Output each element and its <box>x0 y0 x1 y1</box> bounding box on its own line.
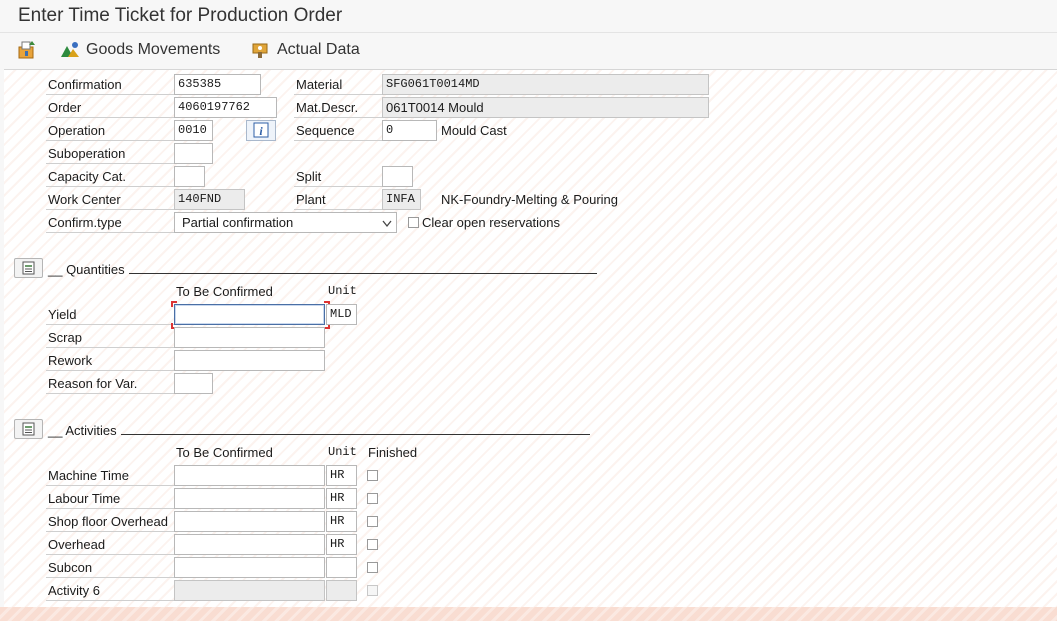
confirmation-label: Confirmation <box>46 74 174 95</box>
section-toggle-icon <box>22 261 35 275</box>
activity-quantity-input[interactable] <box>174 557 325 578</box>
confirm-type-value: Partial confirmation <box>182 215 294 230</box>
capacity-category-field[interactable] <box>174 166 205 187</box>
capacity-category-label: Capacity Cat. <box>46 166 174 187</box>
plant-description: NK-Foundry-Melting & Pouring <box>441 192 619 207</box>
material-description-label: Mat.Descr. <box>294 97 382 118</box>
quantities-col-to-be-confirmed: To Be Confirmed <box>176 284 273 299</box>
yield-label: Yield <box>46 304 174 325</box>
operation-field[interactable]: 0010 <box>174 120 213 141</box>
chevron-down-icon <box>382 220 392 228</box>
save-post-icon <box>18 41 35 59</box>
split-label: Split <box>294 166 382 187</box>
activity-quantity-input[interactable] <box>174 488 325 509</box>
activity-unit-field[interactable]: HR <box>326 511 357 532</box>
activity-finished-checkbox[interactable] <box>367 539 378 550</box>
section-toggle-icon <box>22 422 35 436</box>
operation-info-button[interactable]: i <box>246 120 276 141</box>
application-toolbar: Goods Movements Actual Data <box>0 33 1057 66</box>
activities-col-to-be-confirmed: To Be Confirmed <box>176 445 273 460</box>
activity-quantity-input <box>174 580 325 601</box>
scrap-label: Scrap <box>46 327 174 348</box>
activity-label: Machine Time <box>46 465 174 486</box>
activity-label: Overhead <box>46 534 174 555</box>
rework-input[interactable] <box>174 350 325 371</box>
order-label: Order <box>46 97 174 118</box>
quantities-section-toggle[interactable] <box>14 258 43 278</box>
actual-data-button[interactable]: Actual Data <box>251 39 360 61</box>
activity-finished-checkbox[interactable] <box>367 470 378 481</box>
reason-for-variance-label: Reason for Var. <box>46 373 174 394</box>
order-field[interactable]: 4060197762 <box>174 97 277 118</box>
activity-unit-field[interactable]: HR <box>326 465 357 486</box>
scrap-input[interactable] <box>174 327 325 348</box>
activity-label: Activity 6 <box>46 580 174 601</box>
activity-finished-checkbox[interactable] <box>367 516 378 527</box>
activity-unit-field[interactable]: HR <box>326 534 357 555</box>
material-description-field: 061T0014 Mould <box>382 97 709 118</box>
reason-for-variance-input[interactable] <box>174 373 213 394</box>
clear-reservations-checkbox[interactable] <box>408 217 419 228</box>
activity-unit-field[interactable] <box>326 557 357 578</box>
info-icon: i <box>253 122 269 138</box>
title-bar: Enter Time Ticket for Production Order <box>0 0 1057 33</box>
suboperation-field[interactable] <box>174 143 213 164</box>
work-center-field: 140FND <box>174 189 245 210</box>
activity-unit-field <box>326 580 357 601</box>
actual-data-icon <box>252 43 268 58</box>
sequence-description: Mould Cast <box>441 123 507 138</box>
plant-field: INFA <box>382 189 421 210</box>
activity-quantity-input[interactable] <box>174 534 325 555</box>
activities-col-unit: Unit <box>328 445 357 459</box>
sequence-label: Sequence <box>294 120 382 141</box>
work-center-label: Work Center <box>46 189 174 210</box>
confirm-type-label: Confirm.type <box>46 212 174 233</box>
activity-label: Labour Time <box>46 488 174 509</box>
goods-movements-button[interactable]: Goods Movements <box>60 39 220 61</box>
activity-finished-checkbox[interactable] <box>367 493 378 504</box>
quantities-section-divider <box>129 273 597 274</box>
activity-quantity-input[interactable] <box>174 465 325 486</box>
bottom-status-band <box>0 607 1057 621</box>
goods-movements-label: Goods Movements <box>86 41 221 58</box>
activities-section-toggle[interactable] <box>14 419 43 439</box>
activities-section-title: __ Activities <box>48 423 117 438</box>
quantities-col-unit: Unit <box>328 284 357 298</box>
focus-marker <box>171 301 177 307</box>
operation-label: Operation <box>46 120 174 141</box>
actual-data-label: Actual Data <box>277 41 360 58</box>
plant-label: Plant <box>294 189 382 210</box>
activity-finished-checkbox[interactable] <box>367 562 378 573</box>
clear-reservations-label: Clear open reservations <box>422 215 561 230</box>
sequence-field[interactable]: 0 <box>382 120 437 141</box>
yield-input[interactable] <box>174 304 325 325</box>
yield-unit-field[interactable]: MLD <box>326 304 357 325</box>
activity-quantity-input[interactable] <box>174 511 325 532</box>
rework-label: Rework <box>46 350 174 371</box>
activity-finished-checkbox <box>367 585 378 596</box>
activities-section-divider <box>121 434 590 435</box>
material-label: Material <box>294 74 382 95</box>
toolbar-post-button[interactable] <box>16 39 38 61</box>
suboperation-label: Suboperation <box>46 143 174 164</box>
confirm-type-select[interactable]: Partial confirmation <box>174 212 397 233</box>
window-title: Enter Time Ticket for Production Order <box>18 5 343 26</box>
activity-unit-field[interactable]: HR <box>326 488 357 509</box>
split-field[interactable] <box>382 166 413 187</box>
goods-movements-icon <box>61 42 79 57</box>
quantities-section-title: __ Quantities <box>48 262 125 277</box>
confirmation-field[interactable]: 635385 <box>174 74 261 95</box>
activity-label: Subcon <box>46 557 174 578</box>
activities-col-finished: Finished <box>368 445 418 460</box>
activity-label: Shop floor Overhead <box>46 511 174 532</box>
material-field: SFG061T0014MD <box>382 74 709 95</box>
